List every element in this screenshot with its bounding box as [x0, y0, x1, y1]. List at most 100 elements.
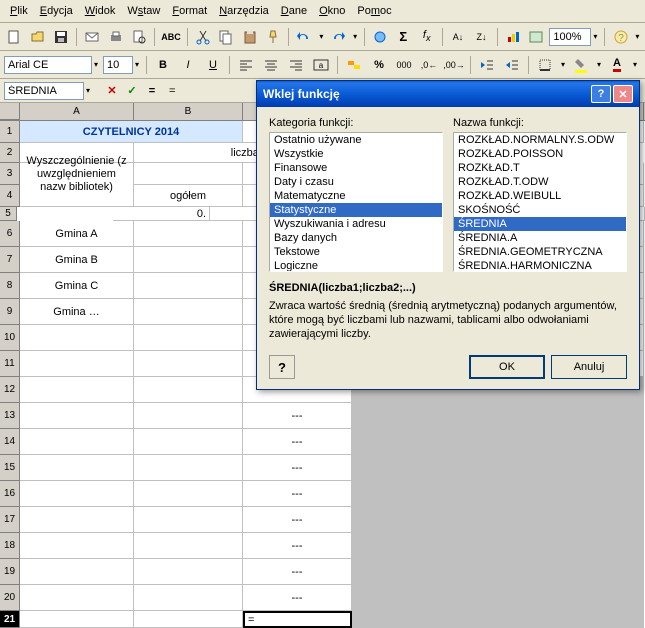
cell-E17[interactable]	[459, 507, 563, 533]
cell-D17[interactable]	[352, 507, 459, 533]
function-item[interactable]: ŚREDNIA.A	[454, 231, 626, 245]
category-item[interactable]: Wyszukiwania i adresu	[270, 217, 442, 231]
dialog-help-button[interactable]: ?	[269, 355, 295, 379]
cell-D16[interactable]	[352, 481, 459, 507]
menu-okno[interactable]: Okno	[313, 2, 351, 20]
merge-icon[interactable]: a	[310, 54, 332, 76]
hyperlink-icon[interactable]	[370, 26, 390, 48]
cell-B12[interactable]	[134, 377, 243, 403]
cell-D18[interactable]	[352, 533, 459, 559]
italic-icon[interactable]: I	[177, 54, 199, 76]
category-item[interactable]: Ostatnio używane	[270, 133, 442, 147]
cell-B15[interactable]	[134, 455, 243, 481]
menu-format[interactable]: Format	[166, 2, 213, 20]
cell-B20[interactable]	[134, 585, 243, 611]
row-header-11[interactable]: 11	[0, 351, 20, 377]
cell-C16[interactable]: ---	[243, 481, 352, 507]
map-icon[interactable]	[526, 26, 546, 48]
align-center-icon[interactable]	[260, 54, 282, 76]
cancel-formula-icon[interactable]: ✕	[103, 82, 121, 100]
cell-E18[interactable]	[459, 533, 563, 559]
row-header-5[interactable]: 5	[0, 207, 17, 221]
cell-B14[interactable]	[134, 429, 243, 455]
row-header-10[interactable]: 10	[0, 325, 20, 351]
bold-icon[interactable]: B	[152, 54, 174, 76]
function-list[interactable]: ROZKŁAD.NORMALNY.S.ODWROZKŁAD.POISSONROZ…	[453, 132, 627, 272]
row-header-17[interactable]: 17	[0, 507, 20, 533]
row-header-19[interactable]: 19	[0, 559, 20, 585]
category-item[interactable]: Finansowe	[270, 161, 442, 175]
cell-A14[interactable]	[20, 429, 134, 455]
category-item[interactable]: Bazy danych	[270, 231, 442, 245]
row-header-16[interactable]: 16	[0, 481, 20, 507]
cell-B13[interactable]	[134, 403, 243, 429]
open-icon[interactable]	[27, 26, 47, 48]
paste-icon[interactable]	[240, 26, 260, 48]
ok-button[interactable]: OK	[469, 355, 545, 379]
undo-icon[interactable]	[294, 26, 314, 48]
cell-B19[interactable]	[134, 559, 243, 585]
currency-icon[interactable]	[343, 54, 365, 76]
font-name-combo[interactable]: ▾	[4, 56, 100, 74]
cell-B7[interactable]	[134, 247, 243, 273]
category-item[interactable]: Tekstowe	[270, 245, 442, 259]
row-header-3[interactable]: 3	[0, 163, 20, 185]
cell-C14[interactable]: ---	[243, 429, 352, 455]
cell-A6[interactable]: Gmina A	[20, 221, 134, 247]
font-color-icon[interactable]: A	[606, 54, 628, 76]
cell-A10[interactable]	[20, 325, 134, 351]
print-icon[interactable]	[106, 26, 126, 48]
function-item[interactable]: ROZKŁAD.POISSON	[454, 147, 626, 161]
cell-C18[interactable]: ---	[243, 533, 352, 559]
row-header-7[interactable]: 7	[0, 247, 20, 273]
fill-color-icon[interactable]	[570, 54, 592, 76]
cell-A5[interactable]: 0.	[113, 207, 210, 221]
sort-desc-icon[interactable]: Z↓	[471, 26, 491, 48]
cell-F21[interactable]	[563, 611, 644, 628]
cell-A11[interactable]	[20, 351, 134, 377]
cell-F15[interactable]	[563, 455, 644, 481]
cell-D14[interactable]	[352, 429, 459, 455]
borders-icon[interactable]	[534, 54, 556, 76]
cell-A8[interactable]: Gmina C	[20, 273, 134, 299]
cell-E14[interactable]	[459, 429, 563, 455]
cell-B8[interactable]	[134, 273, 243, 299]
comma-icon[interactable]: 000	[393, 54, 415, 76]
menu-dane[interactable]: Dane	[275, 2, 313, 20]
row-header-9[interactable]: 9	[0, 299, 20, 325]
menu-edycja[interactable]: Edycja	[34, 2, 79, 20]
underline-icon[interactable]: U	[202, 54, 224, 76]
cell-F17[interactable]	[563, 507, 644, 533]
cell-A7[interactable]: Gmina B	[20, 247, 134, 273]
sum-icon[interactable]: Σ	[393, 26, 413, 48]
align-left-icon[interactable]	[235, 54, 257, 76]
cell-A20[interactable]	[20, 585, 134, 611]
row-header-2[interactable]: 2	[0, 143, 20, 163]
cell-B21[interactable]	[134, 611, 243, 628]
menu-plik[interactable]: Plik	[4, 2, 34, 20]
category-item[interactable]: Statystyczne	[270, 203, 442, 217]
cell-B9[interactable]	[134, 299, 243, 325]
cell-E21[interactable]	[459, 611, 563, 628]
cell-C13[interactable]: ---	[243, 403, 352, 429]
row-header-20[interactable]: 20	[0, 585, 20, 611]
row-header-15[interactable]: 15	[0, 455, 20, 481]
cell-D19[interactable]	[352, 559, 459, 585]
row-header-14[interactable]: 14	[0, 429, 20, 455]
function-item[interactable]: ŚREDNIA.HARMONICZNA	[454, 259, 626, 272]
cell-E16[interactable]	[459, 481, 563, 507]
cell-D15[interactable]	[352, 455, 459, 481]
cell-C21[interactable]: =	[243, 611, 352, 628]
dialog-help-icon[interactable]: ?	[591, 85, 611, 103]
row-header-1[interactable]: 1	[0, 121, 20, 143]
cell-E15[interactable]	[459, 455, 563, 481]
row-header-21[interactable]: 21	[0, 611, 20, 628]
cell-C15[interactable]: ---	[243, 455, 352, 481]
function-item[interactable]: ŚREDNIA.GEOMETRYCZNA	[454, 245, 626, 259]
cell-F16[interactable]	[563, 481, 644, 507]
copy-icon[interactable]	[216, 26, 236, 48]
function-item[interactable]: ROZKŁAD.T	[454, 161, 626, 175]
chart-icon[interactable]	[503, 26, 523, 48]
category-item[interactable]: Logiczne	[270, 259, 442, 272]
cell-F18[interactable]	[563, 533, 644, 559]
